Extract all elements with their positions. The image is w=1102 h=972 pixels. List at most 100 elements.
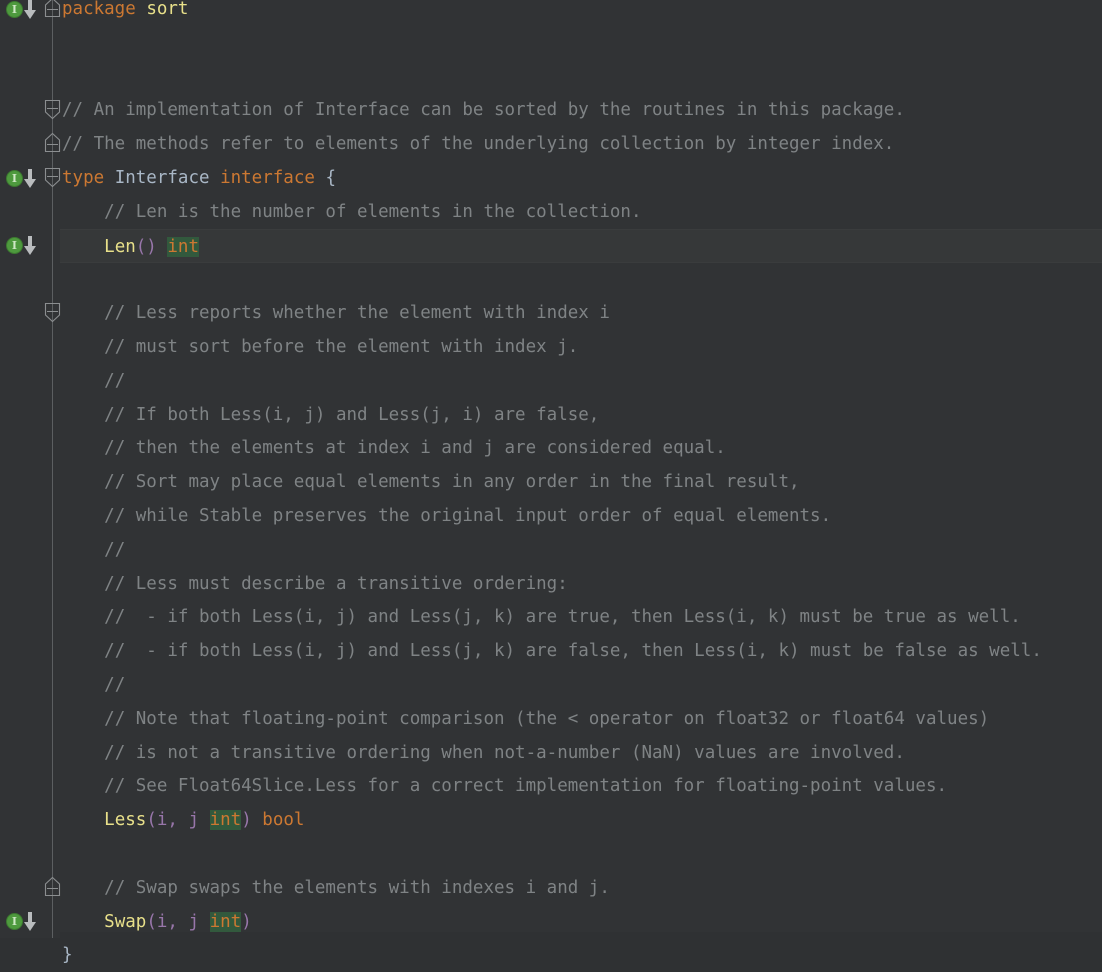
code-token: j	[189, 912, 200, 932]
code-line-text: // The methods refer to elements of the …	[0, 127, 1102, 161]
code-line[interactable]: //	[0, 533, 1102, 567]
code-line[interactable]: Less(i, j int) bool	[0, 803, 1102, 837]
code-line-text: // then the elements at index i and j ar…	[0, 431, 1102, 465]
code-token	[136, 0, 147, 19]
code-line[interactable]: Len() int	[0, 229, 1102, 263]
code-token: // An implementation of Interface can be…	[62, 100, 905, 120]
code-line[interactable]: // Note that floating-point comparison (…	[0, 702, 1102, 736]
code-token: // while Stable preserves the original i…	[104, 506, 831, 526]
fold-collapse-down-icon[interactable]	[43, 98, 62, 120]
fold-collapse-up-icon[interactable]	[43, 0, 62, 19]
code-token	[199, 912, 210, 932]
code-line[interactable]: // Less reports whether the element with…	[0, 296, 1102, 330]
code-line[interactable]: // If both Less(i, j) and Less(j, i) are…	[0, 398, 1102, 432]
code-line[interactable]: // - if both Less(i, j) and Less(j, k) a…	[0, 600, 1102, 634]
editor-bottom-strip	[0, 932, 1102, 938]
code-line-text: //	[0, 668, 1102, 702]
code-line[interactable]: // See Float64Slice.Less for a correct i…	[0, 769, 1102, 803]
code-line-text: // Len is the number of elements in the …	[0, 195, 1102, 229]
code-token: //	[104, 540, 125, 560]
code-line[interactable]: // An implementation of Interface can be…	[0, 93, 1102, 127]
code-line[interactable]: // Sort may place equal elements in any …	[0, 465, 1102, 499]
minus-icon	[47, 888, 58, 889]
fold-collapse-down-icon[interactable]	[43, 166, 62, 188]
code-line[interactable]: //	[0, 364, 1102, 398]
code-token: j	[189, 810, 200, 830]
code-line[interactable]: // is not a transitive ordering when not…	[0, 736, 1102, 770]
code-token: }	[62, 945, 73, 965]
code-line[interactable]: type Interface interface {	[0, 161, 1102, 195]
code-token: int	[167, 237, 199, 257]
implemented-interface-icon[interactable]: I	[6, 911, 40, 933]
code-line-text: // is not a transitive ordering when not…	[0, 736, 1102, 770]
interface-badge-icon[interactable]: I	[6, 1, 23, 18]
code-line-text: // Swap swaps the elements with indexes …	[0, 871, 1102, 905]
code-line[interactable]: // Len is the number of elements in the …	[0, 195, 1102, 229]
code-token	[199, 810, 210, 830]
code-editor[interactable]: package sort // An implementation of Inte…	[0, 0, 1102, 938]
code-line[interactable]: // then the elements at index i and j ar…	[0, 431, 1102, 465]
arrow-down-icon[interactable]	[24, 169, 37, 188]
code-token: int	[210, 912, 242, 932]
code-line-text: //	[0, 364, 1102, 398]
code-token	[315, 168, 326, 188]
code-token: type	[62, 168, 104, 188]
code-line[interactable]: // while Stable preserves the original i…	[0, 499, 1102, 533]
code-line-text: //	[0, 533, 1102, 567]
arrow-down-icon[interactable]	[24, 236, 37, 255]
code-token: // then the elements at index i and j ar…	[104, 438, 726, 458]
code-line[interactable]: // - if both Less(i, j) and Less(j, k) a…	[0, 634, 1102, 668]
code-token: ,	[167, 810, 178, 830]
interface-badge-icon[interactable]: I	[6, 237, 23, 254]
code-line[interactable]	[0, 262, 1102, 296]
implemented-interface-icon[interactable]: I	[6, 167, 40, 189]
code-line-text: Len() int	[0, 230, 1102, 264]
code-line[interactable]: // must sort before the element with ind…	[0, 330, 1102, 364]
code-token: // Less must describe a transitive order…	[104, 574, 568, 594]
code-token: // - if both Less(i, j) and Less(j, k) a…	[104, 641, 1042, 661]
code-line-text: // while Stable preserves the original i…	[0, 499, 1102, 533]
implemented-interface-icon[interactable]: I	[6, 0, 40, 20]
implemented-interface-icon[interactable]: I	[6, 235, 40, 257]
fold-collapse-up-icon[interactable]	[43, 132, 62, 154]
code-token: i	[157, 912, 168, 932]
fold-collapse-down-icon[interactable]	[43, 301, 62, 323]
code-line[interactable]: }	[0, 938, 1102, 972]
code-text-layer[interactable]: package sort // An implementation of Inte…	[0, 0, 1102, 938]
code-token: // Len is the number of elements in the …	[104, 202, 641, 222]
editor-gutter[interactable]: I I I I	[0, 0, 60, 938]
minus-icon	[47, 108, 58, 109]
code-token	[104, 168, 115, 188]
code-line-text: // must sort before the element with ind…	[0, 330, 1102, 364]
arrow-down-icon[interactable]	[24, 0, 37, 19]
code-line[interactable]: // Swap swaps the elements with indexes …	[0, 871, 1102, 905]
code-token: (	[146, 912, 157, 932]
code-line[interactable]	[0, 26, 1102, 60]
code-line-text: // - if both Less(i, j) and Less(j, k) a…	[0, 634, 1102, 668]
code-line[interactable]: package sort	[0, 0, 1102, 26]
code-token	[178, 810, 189, 830]
code-line-text: // Sort may place equal elements in any …	[0, 465, 1102, 499]
code-line[interactable]: //	[0, 668, 1102, 702]
code-token: bool	[262, 810, 304, 830]
code-token: // must sort before the element with ind…	[104, 337, 578, 357]
code-token: sort	[146, 0, 188, 19]
code-line-text: // An implementation of Interface can be…	[0, 93, 1102, 127]
code-token	[157, 237, 168, 257]
minus-icon	[47, 144, 58, 145]
code-token: Len	[104, 237, 136, 257]
code-token: // Swap swaps the elements with indexes …	[104, 878, 610, 898]
interface-badge-icon[interactable]: I	[6, 170, 23, 187]
code-line[interactable]: // The methods refer to elements of the …	[0, 127, 1102, 161]
code-line[interactable]	[0, 60, 1102, 94]
minus-icon	[47, 9, 58, 10]
interface-badge-icon[interactable]: I	[6, 913, 23, 930]
code-line[interactable]: // Less must describe a transitive order…	[0, 567, 1102, 601]
code-line-text: // If both Less(i, j) and Less(j, i) are…	[0, 398, 1102, 432]
code-line-text: // See Float64Slice.Less for a correct i…	[0, 769, 1102, 803]
fold-collapse-up-icon[interactable]	[43, 876, 62, 898]
arrow-down-icon[interactable]	[24, 912, 37, 931]
code-token	[178, 912, 189, 932]
code-line[interactable]	[0, 837, 1102, 871]
code-token: ,	[167, 912, 178, 932]
